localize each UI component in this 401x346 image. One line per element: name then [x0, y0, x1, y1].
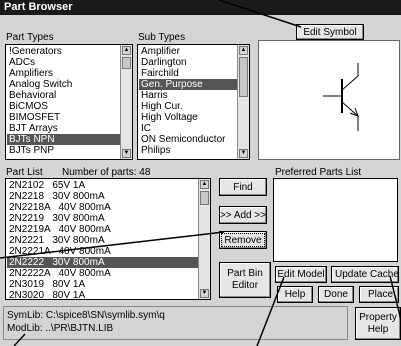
list-item[interactable]: 2N2102 65V 1A: [7, 180, 198, 191]
list-item[interactable]: Fairchild: [139, 68, 237, 79]
update-cache-button[interactable]: Update Cache: [331, 266, 399, 283]
modlib-path: ModLib: ..\PR\BJTN.LIB: [7, 323, 114, 334]
list-item[interactable]: Amplifier: [139, 46, 237, 57]
property-help-line2: Help: [367, 323, 389, 335]
list-item[interactable]: 2N2222 30V 800mA: [7, 257, 198, 268]
sub-types-scrollbar[interactable]: ▲ ▼: [237, 45, 249, 159]
up-arrow-icon[interactable]: ▲: [122, 46, 131, 55]
part-count: Number of parts: 48: [62, 167, 151, 178]
part-bin-editor-line2: Editor: [231, 280, 259, 291]
down-arrow-icon[interactable]: ▼: [200, 289, 209, 298]
list-item[interactable]: 2N3020 80V 1A: [7, 290, 198, 299]
list-item[interactable]: Philips: [139, 145, 237, 156]
sub-types-items: Amplifier Darlington Fairchild Gen. Purpose…: [139, 46, 237, 156]
scroll-thumb[interactable]: [122, 57, 131, 69]
list-item[interactable]: BiCMOS: [7, 101, 120, 112]
up-arrow-icon[interactable]: ▲: [200, 180, 209, 189]
add-button[interactable]: >> Add >>: [219, 206, 267, 224]
list-item[interactable]: Harris: [139, 90, 237, 101]
list-item[interactable]: 2N2218A 40V 800mA: [7, 202, 198, 213]
list-item[interactable]: ADCs: [7, 57, 120, 68]
npn-transistor-symbol: [323, 63, 359, 131]
part-types-list[interactable]: !Generators ADCs Amplifiers Analog Switch Be…: [5, 44, 133, 160]
preferred-parts-label: Preferred Parts List: [275, 167, 362, 178]
part-types-items: !Generators ADCs Amplifiers Analog Switch Be…: [7, 46, 120, 156]
list-item[interactable]: High Cur.: [139, 101, 237, 112]
list-item[interactable]: Gen. Purpose: [139, 79, 237, 90]
list-item[interactable]: High Voltage: [139, 112, 237, 123]
remove-button[interactable]: Remove: [219, 231, 267, 249]
part-bin-editor-button[interactable]: Part Bin Editor: [219, 262, 271, 298]
find-button[interactable]: Find: [219, 178, 267, 196]
part-list[interactable]: 2N2102 65V 1A 2N2218 30V 800mA 2N2218A 40V…: [5, 178, 211, 300]
list-item[interactable]: 2N2221 30V 800mA: [7, 235, 198, 246]
part-browser-window: Part Browser Part Types !Generators ADCs A…: [0, 0, 401, 346]
list-item[interactable]: Amplifiers: [7, 68, 120, 79]
preferred-parts-list[interactable]: [273, 178, 398, 262]
symlib-path: SymLib: C:\spice8\SN\symlib.sym\q: [7, 310, 165, 321]
edit-model-button[interactable]: Edit Model: [275, 266, 327, 283]
list-item[interactable]: 2N2218 30V 800mA: [7, 191, 198, 202]
list-item[interactable]: IC: [139, 123, 237, 134]
list-item[interactable]: 2N2222A 40V 800mA: [7, 268, 198, 279]
list-item[interactable]: Behavioral: [7, 90, 120, 101]
list-item[interactable]: Darlington: [139, 57, 237, 68]
part-list-items: 2N2102 65V 1A 2N2218 30V 800mA 2N2218A 40V…: [7, 180, 198, 299]
done-button[interactable]: Done: [318, 286, 354, 303]
library-status-panel: SymLib: C:\spice8\SN\symlib.sym\q ModLib…: [3, 306, 348, 340]
edit-symbol-button[interactable]: Edit Symbol: [296, 24, 364, 40]
part-list-scrollbar[interactable]: ▲ ▼: [198, 179, 210, 299]
part-list-label: Part List: [6, 167, 43, 178]
sub-types-list[interactable]: Amplifier Darlington Fairchild Gen. Purpose…: [137, 44, 250, 160]
list-item[interactable]: 2N2219A 40V 800mA: [7, 224, 198, 235]
property-help-button[interactable]: Property Help: [355, 307, 401, 340]
list-item[interactable]: 2N2219 30V 800mA: [7, 213, 198, 224]
list-item[interactable]: Analog Switch: [7, 79, 120, 90]
list-item[interactable]: !Generators: [7, 46, 120, 57]
list-item[interactable]: BJTs PNP: [7, 145, 120, 156]
list-item[interactable]: ON Semiconductor: [139, 134, 237, 145]
list-item[interactable]: BIMOSFET: [7, 112, 120, 123]
sub-types-label: Sub Types: [138, 32, 186, 43]
scroll-thumb[interactable]: [200, 191, 209, 205]
symbol-preview: [258, 40, 400, 160]
down-arrow-icon[interactable]: ▼: [122, 149, 131, 158]
part-types-label: Part Types: [6, 32, 54, 43]
property-help-line1: Property: [359, 311, 397, 323]
part-types-scrollbar[interactable]: ▲ ▼: [120, 45, 132, 159]
help-button[interactable]: Help: [277, 286, 313, 303]
window-title: Part Browser: [0, 0, 401, 15]
scroll-thumb[interactable]: [239, 57, 248, 97]
part-bin-editor-line1: Part Bin: [227, 268, 263, 279]
up-arrow-icon[interactable]: ▲: [239, 46, 248, 55]
down-arrow-icon[interactable]: ▼: [239, 149, 248, 158]
list-item[interactable]: 2N2221A 40V 800mA: [7, 246, 198, 257]
list-item[interactable]: BJTs NPN: [7, 134, 120, 145]
list-item[interactable]: 2N3019 80V 1A: [7, 279, 198, 290]
place-button[interactable]: Place: [359, 286, 399, 303]
list-item[interactable]: BJT Arrays: [7, 123, 120, 134]
